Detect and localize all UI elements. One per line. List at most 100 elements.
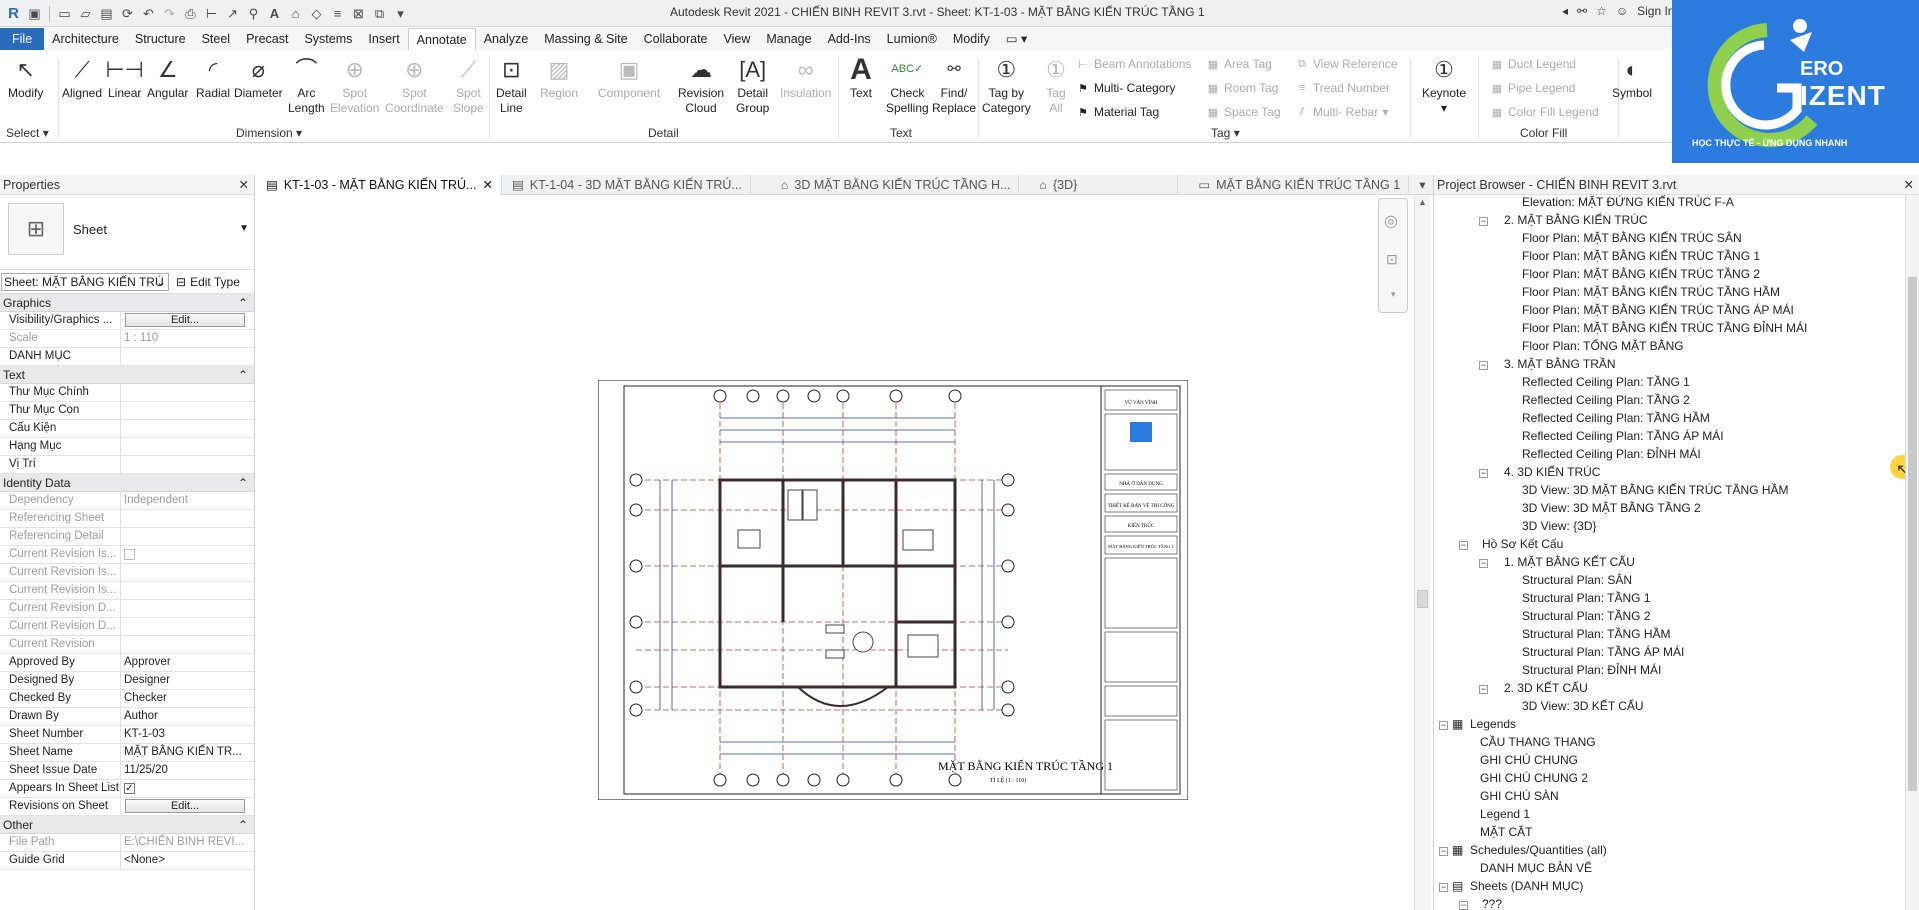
spot-slope-button[interactable]: ⟋ Spot Slope <box>453 54 484 116</box>
revit-logo-icon[interactable]: R <box>4 4 23 23</box>
duct-legend-button[interactable]: ▦ Duct Legend <box>1490 57 1576 71</box>
star-icon[interactable]: ☆ <box>1596 4 1607 18</box>
group-other[interactable]: Other ⌃ <box>0 816 254 834</box>
user-icon[interactable]: ☺ <box>1616 4 1628 18</box>
collapse-toggle-icon[interactable]: − <box>1459 541 1468 550</box>
tree-item[interactable]: 3D View: 3D MẶT BẰNG KIẾN TRÚC TẦNG HẦM <box>1522 483 1789 497</box>
detail-line-button[interactable]: ⊡ Detail Line <box>496 54 527 116</box>
tree-item[interactable]: Reflected Ceiling Plan: TẦNG HẦM <box>1522 411 1710 425</box>
room-tag-button[interactable]: ▦ Room Tag <box>1206 81 1279 95</box>
tab-collaborate[interactable]: Collaborate <box>636 28 716 50</box>
home-icon[interactable]: ▣ <box>25 4 44 23</box>
chevron-left-icon[interactable]: ◂ <box>1562 4 1568 18</box>
open-file-icon[interactable]: ▭ <box>55 4 74 23</box>
tree-item[interactable]: 3D View: 3D MẶT BẰNG TẦNG 2 <box>1522 501 1701 515</box>
prop-value[interactable]: KT-1-03 <box>121 726 254 743</box>
text-icon[interactable]: A <box>265 4 284 23</box>
prop-value[interactable]: Designer <box>121 672 254 689</box>
tab-analyze[interactable]: Analyze <box>476 28 536 50</box>
tree-item[interactable]: Floor Plan: MẶT BẰNG KIẾN TRÚC TẦNG HẦM <box>1522 285 1780 299</box>
spot-coordinate-button[interactable]: ⊕ Spot Coordinate <box>385 54 444 116</box>
multi-rebar-button[interactable]: ⫽ Multi- Rebar ▾ <box>1295 105 1389 119</box>
dimension-icon[interactable]: ↗ <box>223 4 242 23</box>
view-reference-button[interactable]: ⧉ View Reference <box>1295 57 1397 71</box>
area-tag-button[interactable]: ▦ Area Tag <box>1206 57 1272 71</box>
tree-item[interactable]: Floor Plan: MẶT BẰNG KIẾN TRÚC TẦNG 1 <box>1522 249 1760 263</box>
collapse-toggle-icon[interactable]: − <box>1439 721 1448 730</box>
prop-value[interactable] <box>121 384 254 401</box>
tabs-overflow-button[interactable]: ▾ <box>1409 175 1433 195</box>
group-identity-data[interactable]: Identity Data ⌃ <box>0 474 254 492</box>
close-icon[interactable]: ✕ <box>482 175 492 195</box>
tree-item[interactable]: Elevation: MẶT ĐỨNG KIẾN TRÚC F-A <box>1522 195 1734 209</box>
detail-group-button[interactable]: [A] Detail Group <box>736 54 769 116</box>
sign-in-link[interactable]: Sign In <box>1637 4 1674 18</box>
tab-steel[interactable]: Steel <box>194 28 239 50</box>
view-tab[interactable]: ▤ KT-1-03 - MẶT BẰNG KIẾN TRÚ... ✕ <box>256 175 502 195</box>
tree-item[interactable]: Legend 1 <box>1480 807 1530 821</box>
tree-item[interactable]: Structural Plan: TẦNG HẦM <box>1522 627 1671 641</box>
tread-number-button[interactable]: ≡ Tread Number <box>1295 81 1390 95</box>
angular-dimension-button[interactable]: ∠ Angular <box>147 54 188 101</box>
find-replace-button[interactable]: ⚯ Find/Replace <box>932 54 976 116</box>
thin-lines-icon[interactable]: ≡ <box>328 4 347 23</box>
drawing-canvas[interactable]: VŨ VĂN VĨNH NHÀ Ở DÂN DỤNG THIẾT KẾ BẢN … <box>256 195 1433 910</box>
prop-row[interactable]: Thư Mục Chính <box>0 384 254 402</box>
tree-folder[interactable]: 2. 3D KẾT CẤU <box>1504 681 1588 695</box>
color-fill-legend-button[interactable]: ▦ Color Fill Legend <box>1490 105 1599 119</box>
undo-icon[interactable]: ↶ <box>139 4 158 23</box>
collapse-toggle-icon[interactable]: − <box>1479 469 1488 478</box>
tab-view[interactable]: View <box>716 28 759 50</box>
tab-architecture[interactable]: Architecture <box>44 28 127 50</box>
tree-folder[interactable]: Legends <box>1470 717 1516 731</box>
prop-value[interactable]: Approver <box>121 654 254 671</box>
prop-row[interactable]: Thư Mục Con <box>0 402 254 420</box>
tab-modify[interactable]: Modify <box>945 28 998 50</box>
aligned-dimension-button[interactable]: ⟋ Aligned <box>62 54 102 101</box>
tree-item[interactable]: GHI CHÚ SÀN <box>1480 789 1559 803</box>
steering-wheel-icon[interactable]: ◎ <box>1384 211 1398 231</box>
prop-row[interactable]: Drawn By Author <box>0 708 254 726</box>
tree-item[interactable]: MẶT CẮT <box>1480 825 1532 839</box>
symbol-button[interactable]: ◐ Symbol <box>1612 54 1652 101</box>
modify-button[interactable]: ↖ Modify <box>8 54 43 101</box>
prop-row[interactable]: Guide Grid <None> <box>0 852 254 870</box>
tab-manage[interactable]: Manage <box>758 28 819 50</box>
tab-massing-site[interactable]: Massing & Site <box>536 28 635 50</box>
tab-structure[interactable]: Structure <box>127 28 194 50</box>
spot-elevation-button[interactable]: ⊕ Spot Elevation <box>330 54 379 116</box>
arc-length-button[interactable]: ⌒ Arc Length <box>288 54 325 116</box>
dimension-panel-label[interactable]: Dimension ▾ <box>236 126 302 140</box>
tab-systems[interactable]: Systems <box>296 28 360 50</box>
view-tab[interactable]: ▤ KT-1-04 - 3D MẶT BẰNG KIẾN TRÚ... <box>502 175 751 195</box>
tree-item[interactable]: Reflected Ceiling Plan: TẦNG 1 <box>1522 375 1690 389</box>
prop-row[interactable]: Hạng Mục <box>0 438 254 456</box>
prop-value[interactable]: <None> <box>121 852 254 869</box>
tree-item[interactable]: Reflected Ceiling Plan: ĐỈNH MÁI <box>1522 447 1701 461</box>
check-spelling-button[interactable]: ABC✓ Check Spelling <box>886 54 929 116</box>
group-text[interactable]: Text ⌃ <box>0 366 254 384</box>
group-graphics[interactable]: Graphics ⌃ <box>0 294 254 312</box>
linear-dimension-button[interactable]: ⊢⊣ Linear <box>106 54 144 101</box>
collapse-toggle-icon[interactable]: − <box>1479 217 1488 226</box>
customize-qat-icon[interactable]: ▾ <box>391 4 410 23</box>
tree-item[interactable]: Floor Plan: MẶT BẰNG KIẾN TRÚC TẦNG 2 <box>1522 267 1760 281</box>
tree-folder[interactable]: Schedules/Quantities (all) <box>1470 843 1607 857</box>
tree-item[interactable]: GHI CHÚ CHUNG <box>1480 753 1578 767</box>
tree-item[interactable]: CẦU THANG THANG <box>1480 735 1596 749</box>
prop-row[interactable]: Sheet Issue Date 11/25/20 <box>0 762 254 780</box>
prop-value[interactable]: 11/25/20 <box>121 762 254 779</box>
sync-icon[interactable]: ⟳ <box>118 4 137 23</box>
tree-item[interactable]: Reflected Ceiling Plan: TẦNG ÁP MÁI <box>1522 429 1724 443</box>
text-button[interactable]: A Text <box>846 54 876 101</box>
tree-item[interactable]: 3D View: {3D} <box>1522 519 1597 533</box>
canvas-scrollbar[interactable]: ▲ <box>1414 195 1430 910</box>
revision-cloud-button[interactable]: ☁ Revision Cloud <box>678 54 724 116</box>
view-tab[interactable]: ⌂ {3D} <box>1019 175 1179 195</box>
view-tab[interactable]: ⌂ 3D MẶT BẰNG KIẾN TRÚC TẦNG H... <box>751 175 1020 195</box>
tab-insert[interactable]: Insert <box>360 28 407 50</box>
collapse-toggle-icon[interactable]: − <box>1439 883 1448 892</box>
select-panel-label[interactable]: Select ▾ <box>6 126 49 140</box>
tree-folder[interactable]: 4. 3D KIẾN TRÚC <box>1504 465 1600 479</box>
tree-item[interactable]: Structural Plan: TẦNG 1 <box>1522 591 1651 605</box>
